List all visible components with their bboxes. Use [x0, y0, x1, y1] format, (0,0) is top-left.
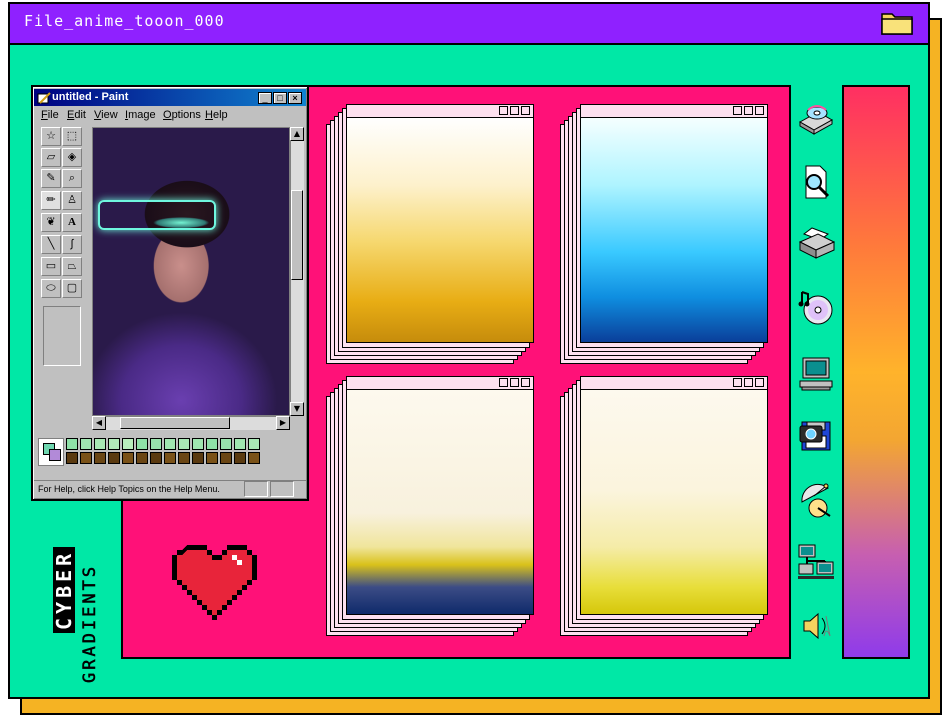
palette-swatch[interactable] [66, 452, 78, 464]
tool-options-box[interactable] [43, 306, 81, 366]
status-text: For Help, click Help Topics on the Help … [38, 484, 220, 494]
ellipse-tool-icon[interactable]: ⬭ [41, 279, 61, 298]
color-palette[interactable] [66, 438, 266, 466]
palette-swatch[interactable] [234, 452, 246, 464]
select-tool-icon[interactable]: ⬚ [62, 127, 82, 146]
menu-file[interactable]: File [41, 109, 59, 121]
horizontal-scroll-thumb[interactable] [120, 417, 230, 429]
palette-swatch[interactable] [248, 438, 260, 450]
current-colors[interactable] [38, 438, 64, 466]
palette-swatch[interactable] [136, 438, 148, 450]
palette-swatch[interactable] [80, 438, 92, 450]
satellite-dish-icon[interactable] [796, 480, 836, 520]
palette-swatch[interactable] [234, 438, 246, 450]
scroll-up-icon[interactable]: ▲ [290, 127, 304, 141]
music-cd-icon[interactable] [796, 288, 836, 328]
close-button[interactable]: × [288, 92, 302, 104]
paint-title: untitled - Paint [52, 91, 129, 103]
window-title: File_anime_tooon_000 [24, 12, 225, 30]
disk-drive-icon[interactable] [796, 98, 836, 138]
color-picker-tool-icon[interactable]: ✎ [41, 169, 61, 188]
palette-swatch[interactable] [94, 452, 106, 464]
menu-view[interactable]: View [94, 109, 118, 121]
eraser-tool-icon[interactable]: ▱ [41, 148, 61, 167]
palette-swatch[interactable] [192, 438, 204, 450]
palette-swatch[interactable] [122, 452, 134, 464]
palette-swatch[interactable] [164, 452, 176, 464]
palette-swatch[interactable] [178, 452, 190, 464]
palette-swatch[interactable] [80, 452, 92, 464]
palette-swatch[interactable] [94, 438, 106, 450]
canvas-photo[interactable] [92, 127, 290, 416]
menu-image[interactable]: Image [125, 109, 156, 121]
palette-swatch[interactable] [150, 438, 162, 450]
polygon-tool-icon[interactable]: ⏢ [62, 257, 82, 276]
text-tool-icon[interactable]: A [62, 213, 82, 232]
palette-swatch[interactable] [206, 438, 218, 450]
rounded-rect-tool-icon[interactable]: ▢ [62, 279, 82, 298]
minimize-button[interactable]: _ [258, 92, 272, 104]
pencil-tool-icon[interactable]: ✏ [41, 191, 61, 210]
printer-icon[interactable] [796, 224, 836, 264]
sunset-gradient-bar [842, 85, 910, 659]
palette-swatch[interactable] [220, 452, 232, 464]
paint-app-icon [37, 90, 51, 104]
find-file-icon[interactable] [796, 162, 836, 202]
magnifier-tool-icon[interactable]: ⌕ [62, 169, 82, 188]
pixel-heart-icon [172, 540, 262, 620]
palette-swatch[interactable] [66, 438, 78, 450]
rectangle-tool-icon[interactable]: ▭ [41, 257, 61, 276]
palette-swatch[interactable] [150, 452, 162, 464]
vertical-scroll-thumb[interactable] [291, 190, 303, 280]
cyber-visor [98, 200, 216, 230]
network-icon[interactable] [796, 542, 836, 582]
airbrush-tool-icon[interactable]: ❦ [41, 213, 61, 232]
palette-swatch[interactable] [164, 438, 176, 450]
curve-tool-icon[interactable]: ∫ [62, 235, 82, 254]
menu-options[interactable]: Options [163, 109, 201, 121]
palette-swatch[interactable] [122, 438, 134, 450]
palette-swatch[interactable] [206, 452, 218, 464]
fill-tool-icon[interactable]: ◈ [62, 148, 82, 167]
scroll-left-icon[interactable]: ◀ [92, 416, 106, 430]
free-select-tool-icon[interactable]: ☆ [41, 127, 61, 146]
maximize-button[interactable]: □ [273, 92, 287, 104]
brush-tool-icon[interactable]: ♙ [62, 191, 82, 210]
scroll-down-icon[interactable]: ▼ [290, 402, 304, 416]
scroll-right-icon[interactable]: ▶ [276, 416, 290, 430]
folder-icon[interactable] [880, 8, 914, 36]
cyber-word: CYBER [52, 546, 76, 633]
speaker-icon[interactable] [796, 606, 836, 646]
palette-swatch[interactable] [136, 452, 148, 464]
palette-swatch[interactable] [108, 452, 120, 464]
palette-swatch[interactable] [220, 438, 232, 450]
gradients-word: GRADIENTS [80, 563, 101, 684]
palette-swatch[interactable] [178, 438, 190, 450]
camera-floppy-icon[interactable] [796, 416, 836, 456]
palette-swatch[interactable] [248, 452, 260, 464]
line-tool-icon[interactable]: ╲ [41, 235, 61, 254]
palette-swatch[interactable] [192, 452, 204, 464]
computer-icon[interactable] [796, 354, 836, 394]
status-size [270, 481, 294, 497]
palette-swatch[interactable] [108, 438, 120, 450]
cyber-gradients-label: CYBER GRADIENTS [52, 523, 103, 684]
status-coords [244, 481, 268, 497]
menu-help[interactable]: Help [205, 109, 228, 121]
menu-edit[interactable]: Edit [67, 109, 86, 121]
